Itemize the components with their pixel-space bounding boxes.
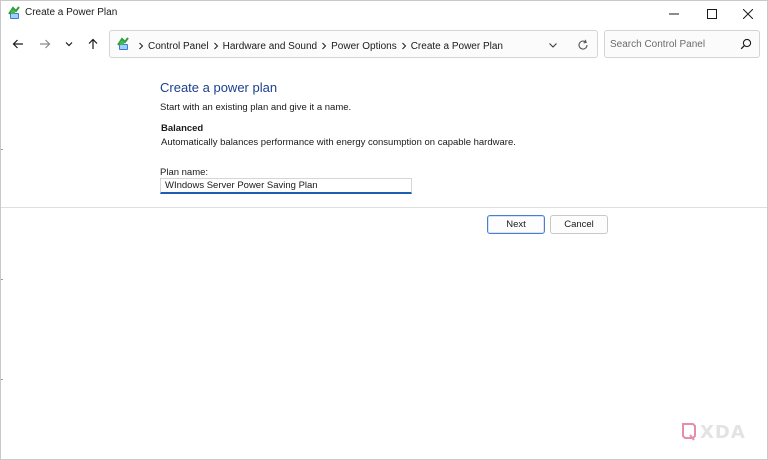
control-panel-icon <box>8 6 20 19</box>
search-input[interactable] <box>610 35 736 53</box>
plan-name-input[interactable] <box>160 178 412 194</box>
create-power-plan-window: Create a Power Plan Control Panel Hardwa… <box>0 0 768 460</box>
refresh-button[interactable] <box>575 37 591 53</box>
minimize-icon <box>669 13 679 14</box>
close-button[interactable] <box>729 1 767 26</box>
xda-logo-icon <box>682 423 696 441</box>
up-button[interactable] <box>83 34 103 54</box>
control-panel-icon <box>117 37 129 50</box>
close-icon <box>743 8 753 19</box>
maximize-icon <box>707 8 717 19</box>
arrow-left-icon <box>12 39 23 49</box>
selected-plan-description: Automatically balances performance with … <box>161 137 516 148</box>
edge-mark <box>1 279 3 280</box>
breadcrumb-create-a-power-plan[interactable]: Create a Power Plan <box>411 41 503 52</box>
chevron-right-icon <box>397 42 411 50</box>
refresh-icon <box>578 39 588 50</box>
search-box[interactable] <box>604 30 760 58</box>
divider <box>1 207 767 208</box>
intro-text: Start with an existing plan and give it … <box>160 102 352 113</box>
next-button[interactable]: Next <box>487 215 545 234</box>
breadcrumb-power-options[interactable]: Power Options <box>331 41 397 52</box>
arrow-right-icon <box>40 39 51 49</box>
page-title: Create a power plan <box>160 80 278 95</box>
breadcrumb-control-panel[interactable]: Control Panel <box>148 41 209 52</box>
back-button[interactable] <box>8 34 28 54</box>
chevron-down-icon <box>65 42 73 47</box>
chevron-right-icon <box>134 42 148 50</box>
arrow-up-icon <box>88 38 98 49</box>
title-bar: Create a Power Plan <box>1 1 767 26</box>
plan-name-label: Plan name: <box>160 167 209 178</box>
window-title: Create a Power Plan <box>25 7 118 18</box>
breadcrumb: Control Panel Hardware and Sound Power O… <box>134 39 503 53</box>
selected-plan-name: Balanced <box>161 123 204 134</box>
edge-mark <box>1 379 3 380</box>
minimize-button[interactable] <box>655 1 693 26</box>
chevron-right-icon <box>209 42 223 50</box>
breadcrumb-hardware-and-sound[interactable]: Hardware and Sound <box>223 41 318 52</box>
cancel-button[interactable]: Cancel <box>550 215 608 234</box>
chevron-down-icon <box>549 43 557 48</box>
edge-mark <box>1 149 3 150</box>
address-dropdown-button[interactable] <box>546 38 560 52</box>
xda-watermark: XDA <box>681 419 753 445</box>
maximize-button[interactable] <box>693 1 731 26</box>
chevron-right-icon <box>317 42 331 50</box>
navigation-bar: Control Panel Hardware and Sound Power O… <box>1 28 767 60</box>
forward-button[interactable] <box>35 34 55 54</box>
search-icon[interactable] <box>740 38 752 50</box>
recent-locations-button[interactable] <box>59 34 79 54</box>
watermark-text: XDA <box>700 421 746 443</box>
address-bar[interactable]: Control Panel Hardware and Sound Power O… <box>109 30 598 58</box>
